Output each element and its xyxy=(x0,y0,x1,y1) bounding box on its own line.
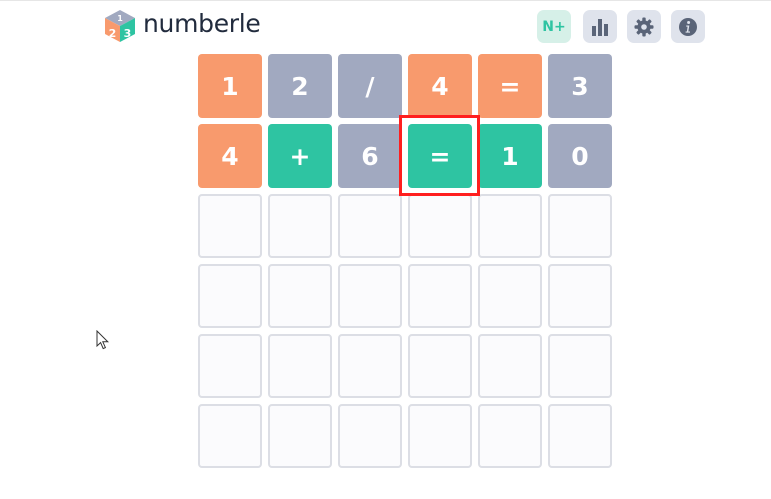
tile-r2-c6: 0 xyxy=(548,124,612,188)
statistics-button[interactable] xyxy=(583,10,617,43)
tile-r5-c4 xyxy=(408,334,472,398)
gear-icon xyxy=(634,17,654,36)
tile-r4-c4 xyxy=(408,264,472,328)
brand-title: numberle xyxy=(143,9,261,38)
tile-r6-c4 xyxy=(408,404,472,468)
tile-r3-c4 xyxy=(408,194,472,258)
nplus-label: N+ xyxy=(542,18,566,35)
tile-r5-c5 xyxy=(478,334,542,398)
tile-r6-c3 xyxy=(338,404,402,468)
tile-r6-c1 xyxy=(198,404,262,468)
tile-r2-c4: = xyxy=(408,124,472,188)
logo-digit-3: 3 xyxy=(124,27,132,40)
tile-r6-c5 xyxy=(478,404,542,468)
tile-r1-c1: 1 xyxy=(198,54,262,118)
top-divider xyxy=(0,0,771,1)
tile-r4-c1 xyxy=(198,264,262,328)
tile-r4-c2 xyxy=(268,264,332,328)
tile-r5-c3 xyxy=(338,334,402,398)
tile-r4-c5 xyxy=(478,264,542,328)
logo-cube-icon: 1 2 3 xyxy=(105,10,135,42)
tile-r1-c5: = xyxy=(478,54,542,118)
tile-r2-c3: 6 xyxy=(338,124,402,188)
tile-r6-c6 xyxy=(548,404,612,468)
tile-r3-c1 xyxy=(198,194,262,258)
info-button[interactable] xyxy=(671,10,705,43)
tile-r4-c6 xyxy=(548,264,612,328)
tile-r3-c6 xyxy=(548,194,612,258)
bar-chart-icon xyxy=(592,18,608,36)
settings-button[interactable] xyxy=(627,10,661,43)
logo-digit-2: 2 xyxy=(109,27,117,40)
tile-r2-c5: 1 xyxy=(478,124,542,188)
tile-r3-c5 xyxy=(478,194,542,258)
tile-r1-c6: 3 xyxy=(548,54,612,118)
tile-r2-c2: + xyxy=(268,124,332,188)
tile-r1-c4: 4 xyxy=(408,54,472,118)
game-board: 1 2/4 = 3 4 +6 = 1 0 xyxy=(198,54,612,468)
logo-digit-1: 1 xyxy=(117,14,123,23)
info-icon xyxy=(679,17,697,36)
tile-r4-c3 xyxy=(338,264,402,328)
tile-r1-c2: 2 xyxy=(268,54,332,118)
tile-r3-c2 xyxy=(268,194,332,258)
mouse-cursor-icon xyxy=(96,330,110,350)
tile-r1-c3: / xyxy=(338,54,402,118)
tile-r3-c3 xyxy=(338,194,402,258)
tile-r5-c1 xyxy=(198,334,262,398)
tile-r2-c1: 4 xyxy=(198,124,262,188)
tile-r6-c2 xyxy=(268,404,332,468)
tile-r5-c2 xyxy=(268,334,332,398)
tile-r5-c6 xyxy=(548,334,612,398)
nplus-button[interactable]: N+ xyxy=(537,10,571,43)
